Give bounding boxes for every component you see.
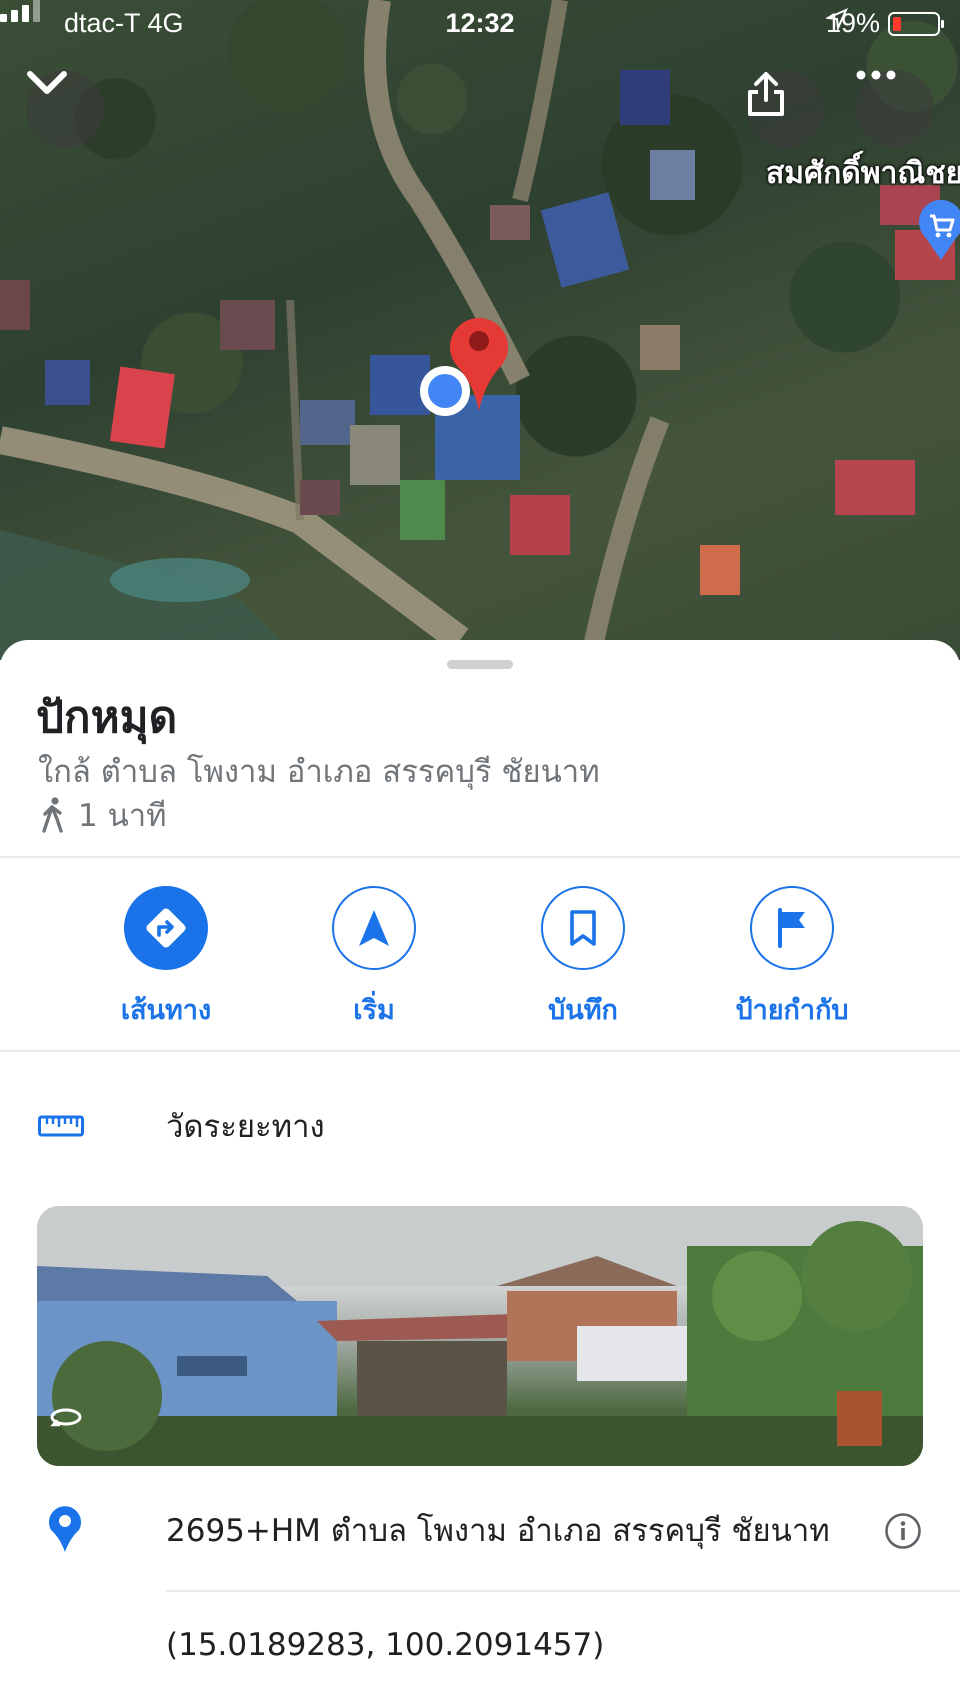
status-right-group: 19% — [825, 8, 944, 39]
more-options-button[interactable] — [856, 70, 934, 148]
street-view-360-icon — [50, 1408, 82, 1427]
measure-distance-label: วัดระยะทาง — [166, 1109, 325, 1145]
coordinates-row[interactable]: (15.0189283, 100.2091457) — [0, 1610, 960, 1680]
status-bar: dtac-T 4G 12:32 19% — [0, 0, 960, 46]
walk-time: 1 นาที — [78, 798, 167, 834]
label-button[interactable]: ป้ายกำกับ — [682, 886, 902, 1031]
shopping-cart-icon[interactable] — [918, 200, 960, 262]
start-label: เริ่ม — [353, 995, 395, 1026]
label-label: ป้ายกำกับ — [735, 995, 849, 1026]
measure-distance-row[interactable]: วัดระยะทาง — [0, 1090, 960, 1162]
save-label: บันทึก — [548, 995, 618, 1026]
action-bar: เส้นทาง เริ่ม บันทึก ป้ายกำกับ — [0, 886, 960, 1056]
battery-icon — [888, 11, 944, 36]
divider — [0, 856, 960, 858]
save-button[interactable]: บันทึก — [473, 886, 693, 1031]
sheet-drag-handle[interactable] — [447, 660, 513, 669]
divider — [166, 1590, 960, 1592]
place-sheet[interactable]: ปักหมุด ใกล้ ตำบล โพงาม อำเภอ สรรคบุรี ช… — [0, 640, 960, 1707]
directions-icon — [146, 908, 186, 948]
battery-level-fill — [893, 16, 901, 31]
location-pin-icon — [49, 1506, 81, 1552]
start-button[interactable]: เริ่ม — [264, 886, 484, 1031]
flag-icon — [778, 908, 805, 948]
ruler-icon — [38, 1115, 84, 1137]
start-circle — [332, 886, 416, 970]
address-text: 2695+HM ตำบล โพงาม อำเภอ สรรคบุรี ชัยนาท — [166, 1513, 830, 1549]
collapse-button[interactable] — [26, 70, 104, 148]
clock: 12:32 — [445, 8, 515, 38]
save-circle — [541, 886, 625, 970]
divider — [0, 1050, 960, 1052]
poi-label[interactable]: สมศักดิ์พาณิชย — [766, 150, 960, 197]
location-services-icon — [825, 8, 848, 30]
label-circle — [750, 886, 834, 970]
walking-icon — [42, 797, 63, 833]
place-subtitle: ใกล้ ตำบล โพงาม อำเภอ สรรคบุรี ชัยนาท — [38, 754, 600, 790]
address-row[interactable]: 2695+HM ตำบล โพงาม อำเภอ สรรคบุรี ชัยนาท — [0, 1490, 960, 1570]
share-button[interactable] — [746, 70, 824, 148]
more-icon — [856, 70, 896, 80]
directions-button[interactable]: เส้นทาง — [56, 886, 276, 1031]
coordinates-text: (15.0189283, 100.2091457) — [166, 1627, 605, 1663]
satellite-map[interactable]: dtac-T 4G 12:32 19% สมศักดิ์พาณิชย — [0, 0, 960, 660]
current-location-dot-icon — [420, 366, 470, 416]
walk-time-row: 1 นาที — [40, 790, 167, 840]
street-view-imagery — [37, 1206, 923, 1466]
street-view-photo[interactable] — [37, 1206, 923, 1466]
info-icon[interactable] — [884, 1512, 922, 1550]
directions-label: เส้นทาง — [120, 995, 212, 1026]
bookmark-icon — [570, 910, 596, 946]
collapse-chevron-icon — [27, 71, 67, 94]
share-icon — [748, 72, 784, 116]
directions-circle — [124, 886, 208, 970]
navigation-arrow-icon — [359, 910, 389, 946]
place-title: ปักหมุด — [36, 692, 178, 743]
